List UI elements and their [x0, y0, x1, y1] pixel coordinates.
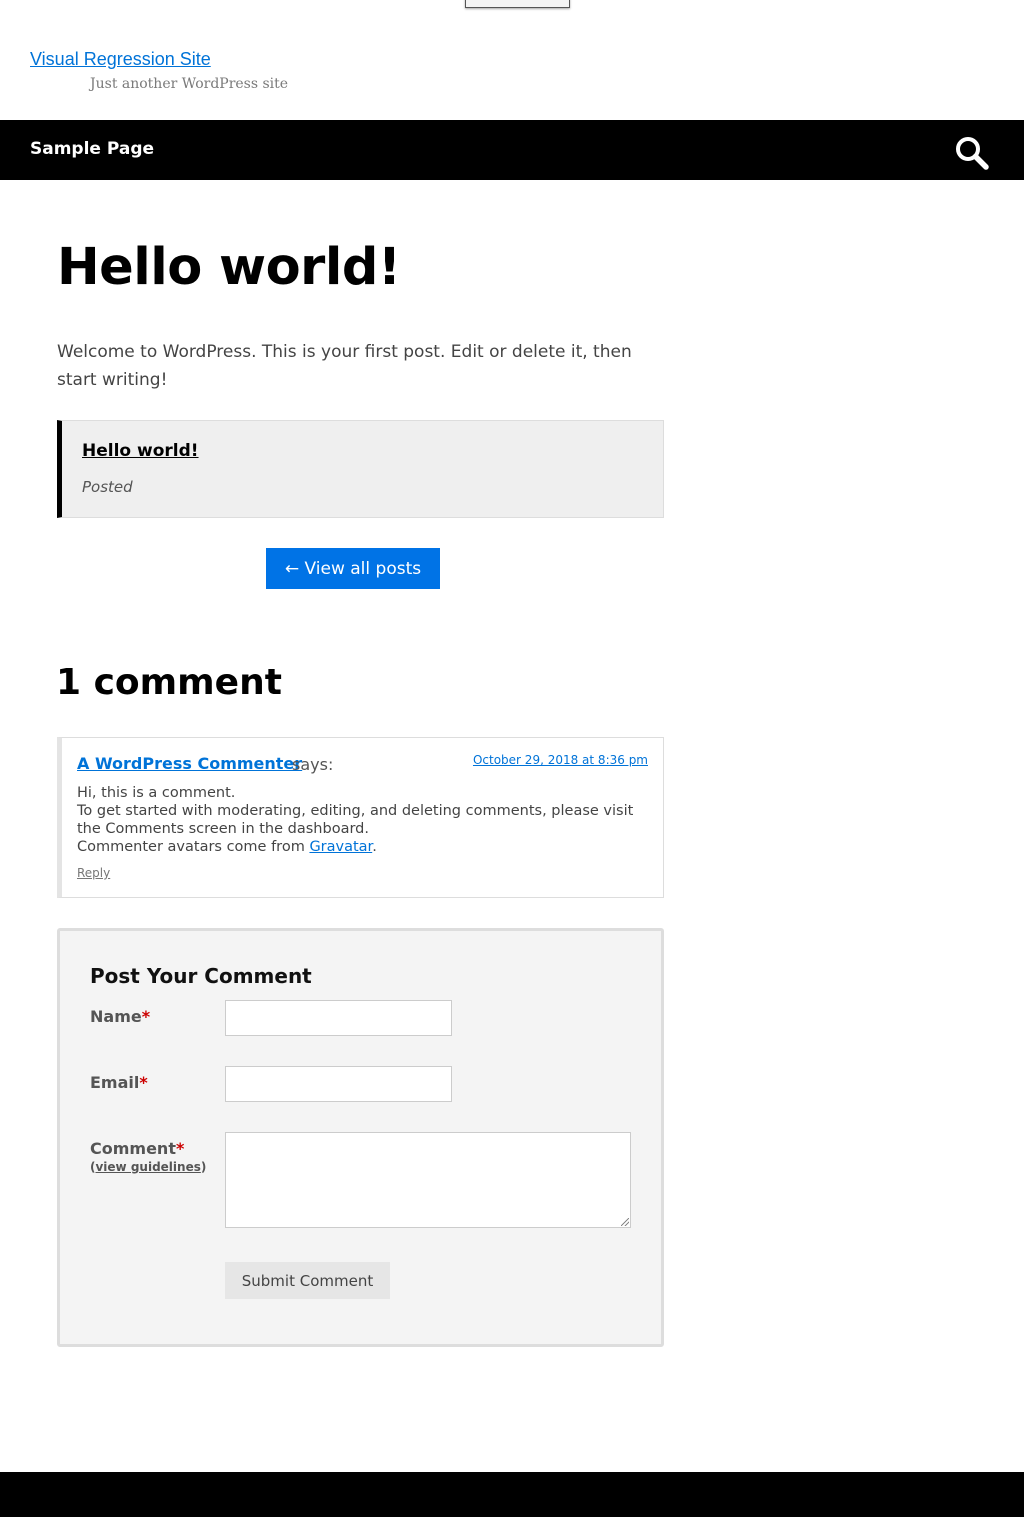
resize-grip-icon[interactable]	[621, 1218, 629, 1226]
comment-textarea[interactable]	[225, 1132, 631, 1228]
nav-item-sample-page[interactable]: Sample Page	[30, 139, 154, 159]
site-description: Just another WordPress site	[90, 76, 289, 92]
email-label: Email*	[90, 1073, 148, 1092]
view-guidelines-link[interactable]: view guidelines	[95, 1160, 200, 1174]
comment-item: A WordPress Commenter says: October 29, …	[57, 737, 664, 898]
required-mark: *	[141, 1007, 151, 1026]
name-label-text: Name	[90, 1007, 142, 1026]
comment-says: says:	[292, 755, 334, 774]
comment-line-3: Commenter avatars come from Gravatar.	[77, 838, 652, 856]
view-all-posts-button[interactable]: ← View all posts	[266, 548, 440, 589]
gravatar-link[interactable]: Gravatar	[309, 839, 372, 855]
name-field[interactable]	[225, 1000, 452, 1036]
comments-heading: 1 comment	[56, 662, 282, 703]
guidelines: (view guidelines)	[90, 1160, 206, 1174]
comment-text: Hi, this is a comment. To get started wi…	[77, 784, 652, 856]
site-title-link[interactable]: Visual Regression Site	[30, 49, 211, 70]
search-icon[interactable]	[954, 135, 990, 171]
site-footer	[0, 1472, 1024, 1517]
required-mark: *	[175, 1139, 185, 1158]
comment-line-1: Hi, this is a comment.	[77, 785, 236, 801]
email-field[interactable]	[225, 1066, 452, 1102]
required-mark: *	[139, 1073, 148, 1092]
embedded-post-quote: Hello world! Posted	[57, 420, 664, 518]
quote-meta: Posted	[82, 478, 133, 496]
quote-title-link[interactable]: Hello world!	[82, 441, 199, 461]
comment-author-link[interactable]: A WordPress Commenter	[77, 754, 302, 773]
post-title: Hello world!	[57, 238, 401, 297]
top-toolbar-stub	[465, 0, 570, 8]
comment-line-2: To get started with moderating, editing,…	[77, 803, 634, 837]
submit-comment-button[interactable]: Submit Comment	[225, 1262, 390, 1299]
email-label-text: Email	[90, 1073, 140, 1092]
name-label: Name*	[90, 1007, 150, 1026]
guidelines-close: )	[200, 1160, 207, 1174]
post-body: Welcome to WordPress. This is your first…	[57, 342, 632, 390]
comment-label: Comment*	[90, 1139, 184, 1158]
comment-line-3-prefix: Commenter avatars come from	[77, 839, 310, 855]
reply-link[interactable]: Reply	[77, 866, 110, 880]
comment-date-link[interactable]: October 29, 2018 at 8:36 pm	[473, 753, 648, 767]
comment-form: Post Your Comment Name* Email* Comment* …	[57, 928, 664, 1347]
comment-line-3-suffix: .	[372, 839, 377, 855]
main-navbar: Sample Page	[0, 120, 1024, 180]
form-heading: Post Your Comment	[90, 964, 312, 988]
comment-label-text: Comment	[90, 1139, 176, 1158]
